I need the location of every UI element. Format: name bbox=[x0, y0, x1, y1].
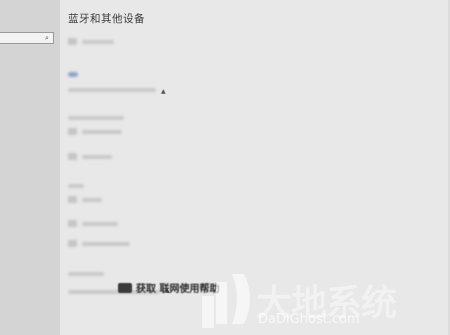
watermark-logo-icon bbox=[202, 274, 250, 328]
list-item bbox=[82, 197, 102, 202]
device-row[interactable] bbox=[68, 128, 122, 135]
bluetooth-toggle[interactable] bbox=[68, 72, 78, 77]
section-header bbox=[68, 184, 84, 188]
list-item bbox=[82, 241, 130, 246]
page-title: 蓝牙和其他设备 bbox=[68, 13, 145, 25]
add-device-row[interactable] bbox=[68, 38, 114, 45]
search-input[interactable]: ⌕ bbox=[0, 32, 54, 44]
section-header bbox=[68, 116, 124, 120]
device-setting-row[interactable] bbox=[68, 88, 156, 92]
device-icon bbox=[68, 128, 77, 135]
list-item bbox=[68, 88, 156, 92]
device-row[interactable] bbox=[68, 220, 118, 227]
list-item bbox=[68, 272, 104, 276]
search-icon[interactable]: ⌕ bbox=[43, 34, 51, 42]
sidebar: ⌕ bbox=[0, 0, 60, 335]
section-header bbox=[68, 272, 104, 276]
device-icon bbox=[68, 240, 77, 247]
help-icon bbox=[118, 282, 132, 293]
watermark: 大地系统 DaDiGhost.com bbox=[196, 268, 450, 335]
plus-icon bbox=[68, 38, 77, 45]
device-row[interactable] bbox=[68, 153, 112, 160]
list-item bbox=[82, 221, 118, 226]
list-item bbox=[68, 116, 124, 120]
list-item bbox=[68, 184, 84, 188]
device-icon bbox=[68, 153, 77, 160]
chevron-icon: ▲ bbox=[161, 88, 166, 95]
device-icon bbox=[68, 196, 77, 203]
device-icon bbox=[68, 220, 77, 227]
list-item bbox=[82, 39, 114, 44]
device-row[interactable] bbox=[68, 196, 102, 203]
list-item bbox=[82, 129, 122, 134]
watermark-en: DaDiGhost.com bbox=[258, 312, 360, 327]
list-item bbox=[82, 154, 112, 159]
device-row[interactable] bbox=[68, 240, 130, 247]
